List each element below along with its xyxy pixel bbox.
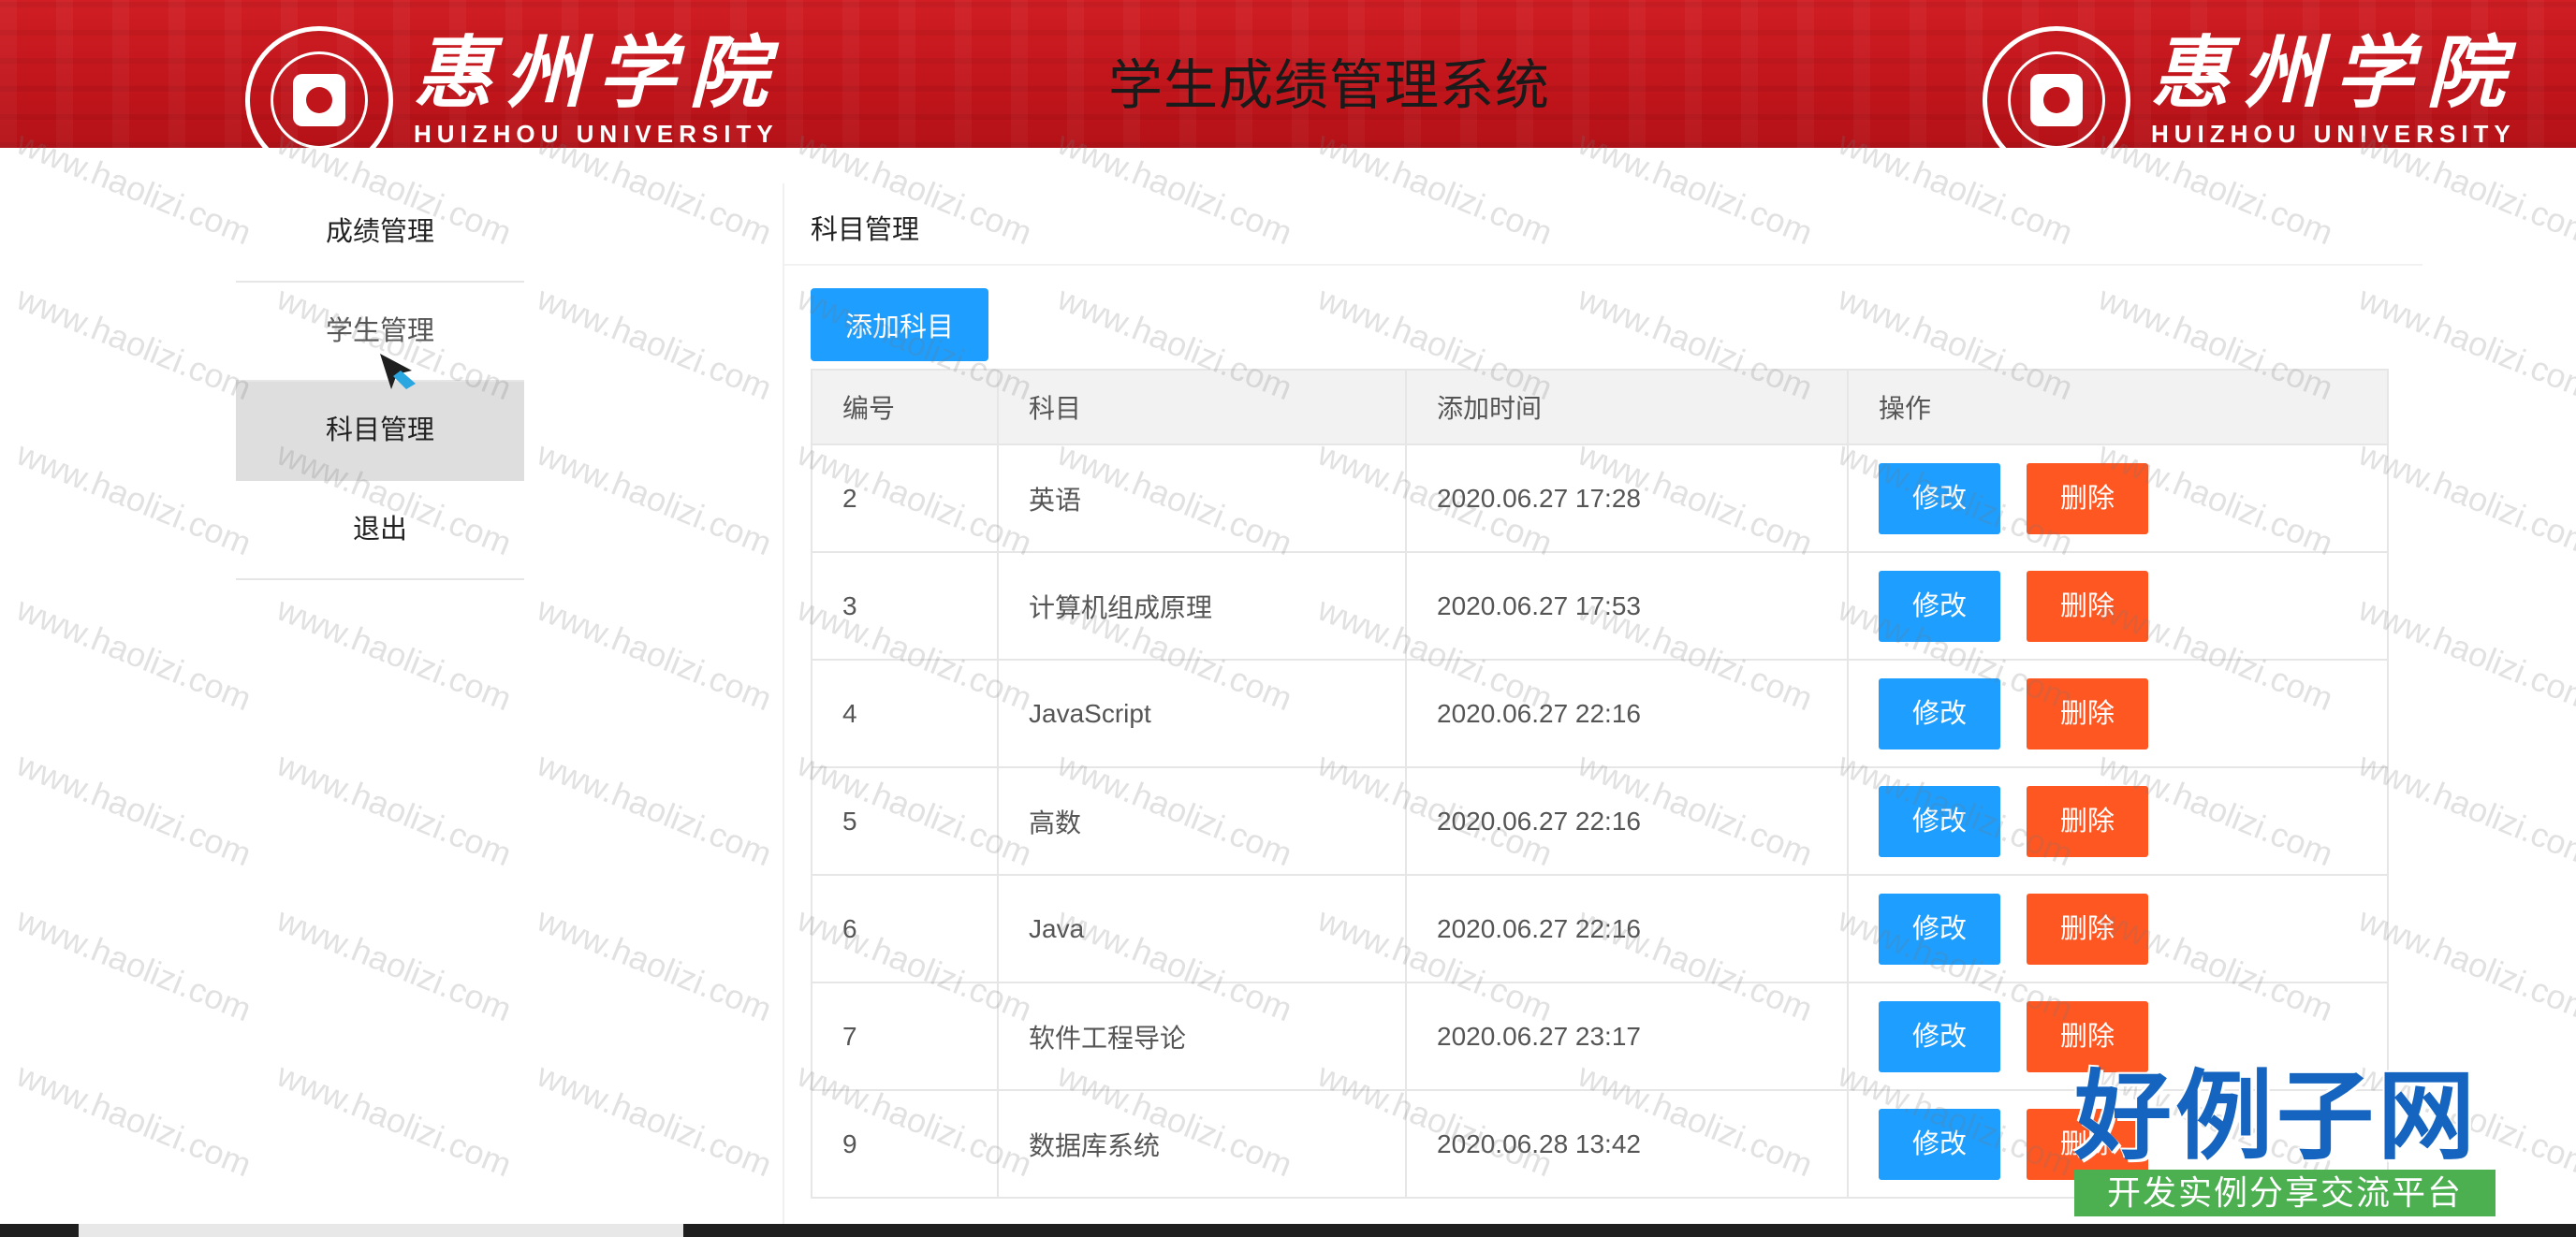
- cell-id: 3: [811, 551, 999, 661]
- cell-time: 2020.06.27 17:28: [1405, 444, 1849, 553]
- university-seal-icon: [1983, 26, 2130, 148]
- cell-subject: 计算机组成原理: [997, 551, 1407, 661]
- cell-id: 6: [811, 874, 999, 983]
- nav-item-grades[interactable]: 成绩管理: [236, 183, 524, 283]
- cell-id: 2: [811, 444, 999, 553]
- delete-button[interactable]: 删除: [2027, 893, 2148, 965]
- logo-name: 惠州学院: [2151, 26, 2519, 119]
- column-header-subject: 科目: [997, 369, 1407, 445]
- watermark-text: www.haolizi.com: [532, 899, 778, 1029]
- subject-management-panel: 科目管理 添加科目 编号 科目 添加时间 操作 2 英语 2020.06.27 …: [783, 183, 2422, 1237]
- logo-english: HUIZHOU UNIVERSITY: [2151, 120, 2516, 148]
- university-logo-right: 惠州学院 HUIZHOU UNIVERSITY: [1983, 26, 2518, 148]
- cell-actions: 修改 删除: [1847, 982, 2389, 1091]
- delete-button[interactable]: 删除: [2027, 1108, 2148, 1180]
- university-seal-icon: [245, 26, 393, 148]
- watermark-text: www.haolizi.com: [271, 589, 518, 719]
- watermark-text: www.haolizi.com: [11, 744, 257, 874]
- table-header-row: 编号 科目 添加时间 操作: [811, 369, 2389, 445]
- cell-time: 2020.06.28 13:42: [1405, 1089, 1849, 1199]
- watermark-text: www.haolizi.com: [532, 1055, 778, 1185]
- cell-id: 5: [811, 766, 999, 876]
- cell-subject: Java: [997, 874, 1407, 983]
- taskbar-strip: [0, 1224, 2576, 1237]
- watermark-text: www.haolizi.com: [11, 589, 257, 719]
- delete-button[interactable]: 删除: [2027, 1000, 2148, 1072]
- table-row: 2 英语 2020.06.27 17:28 修改 删除: [811, 444, 2389, 553]
- cell-actions: 修改 删除: [1847, 874, 2389, 983]
- table-row: 4 JavaScript 2020.06.27 22:16 修改 删除: [811, 659, 2389, 768]
- cell-actions: 修改 删除: [1847, 766, 2389, 876]
- cell-time: 2020.06.27 22:16: [1405, 659, 1849, 768]
- cell-subject: 数据库系统: [997, 1089, 1407, 1199]
- edit-button[interactable]: 修改: [1879, 462, 2000, 534]
- delete-button[interactable]: 删除: [2027, 785, 2148, 857]
- taskbar-segment: [79, 1224, 683, 1237]
- cell-id: 7: [811, 982, 999, 1091]
- watermark-text: www.haolizi.com: [532, 744, 778, 874]
- cell-time: 2020.06.27 22:16: [1405, 874, 1849, 983]
- watermark-text: www.haolizi.com: [271, 899, 518, 1029]
- column-header-actions: 操作: [1847, 369, 2389, 445]
- column-header-time: 添加时间: [1405, 369, 1849, 445]
- university-logo-left: 惠州学院 HUIZHOU UNIVERSITY: [245, 26, 781, 148]
- cell-subject: 英语: [997, 444, 1407, 553]
- edit-button[interactable]: 修改: [1879, 1000, 2000, 1072]
- cell-actions: 修改 删除: [1847, 1089, 2389, 1199]
- table-row: 9 数据库系统 2020.06.28 13:42 修改 删除: [811, 1089, 2389, 1199]
- table-row: 5 高数 2020.06.27 22:16 修改 删除: [811, 766, 2389, 876]
- panel-title: 科目管理: [811, 215, 920, 245]
- edit-button[interactable]: 修改: [1879, 785, 2000, 857]
- cell-id: 9: [811, 1089, 999, 1199]
- edit-button[interactable]: 修改: [1879, 893, 2000, 965]
- cell-actions: 修改 删除: [1847, 551, 2389, 661]
- table-row: 7 软件工程导论 2020.06.27 23:17 修改 删除: [811, 982, 2389, 1091]
- edit-button[interactable]: 修改: [1879, 570, 2000, 642]
- cell-actions: 修改 删除: [1847, 444, 2389, 553]
- watermark-text: www.haolizi.com: [532, 433, 778, 563]
- edit-button[interactable]: 修改: [1879, 677, 2000, 749]
- watermark-text: www.haolizi.com: [532, 589, 778, 719]
- subject-table: 编号 科目 添加时间 操作 2 英语 2020.06.27 17:28 修改 删除…: [811, 369, 2389, 1199]
- edit-button[interactable]: 修改: [1879, 1108, 2000, 1180]
- delete-button[interactable]: 删除: [2027, 570, 2148, 642]
- watermark-text: www.haolizi.com: [11, 278, 257, 408]
- watermark-text: www.haolizi.com: [532, 278, 778, 408]
- cell-subject: 软件工程导论: [997, 982, 1407, 1091]
- cell-time: 2020.06.27 23:17: [1405, 982, 1849, 1091]
- cell-subject: JavaScript: [997, 659, 1407, 768]
- cell-time: 2020.06.27 22:16: [1405, 766, 1849, 876]
- watermark-text: www.haolizi.com: [271, 1055, 518, 1185]
- logo-english: HUIZHOU UNIVERSITY: [414, 120, 779, 148]
- add-subject-button[interactable]: 添加科目: [811, 288, 988, 361]
- delete-button[interactable]: 删除: [2027, 677, 2148, 749]
- top-banner: 惠州学院 HUIZHOU UNIVERSITY 学生成绩管理系统 惠州学院 HU…: [0, 0, 2576, 148]
- column-header-id: 编号: [811, 369, 999, 445]
- cell-actions: 修改 删除: [1847, 659, 2389, 768]
- watermark-text: www.haolizi.com: [11, 899, 257, 1029]
- watermark-text: www.haolizi.com: [271, 744, 518, 874]
- watermark-text: www.haolizi.com: [11, 1055, 257, 1185]
- table-row: 6 Java 2020.06.27 22:16 修改 删除: [811, 874, 2389, 983]
- cell-time: 2020.06.27 17:53: [1405, 551, 1849, 661]
- watermark-text: www.haolizi.com: [11, 433, 257, 563]
- cell-id: 4: [811, 659, 999, 768]
- table-row: 3 计算机组成原理 2020.06.27 17:53 修改 删除: [811, 551, 2389, 661]
- system-title: 学生成绩管理系统: [1107, 55, 1550, 116]
- panel-divider: [784, 264, 2422, 266]
- nav-item-logout[interactable]: 退出: [236, 481, 524, 580]
- cell-subject: 高数: [997, 766, 1407, 876]
- delete-button[interactable]: 删除: [2027, 462, 2148, 534]
- logo-name: 惠州学院: [414, 26, 782, 119]
- mouse-cursor-icon: [380, 354, 416, 389]
